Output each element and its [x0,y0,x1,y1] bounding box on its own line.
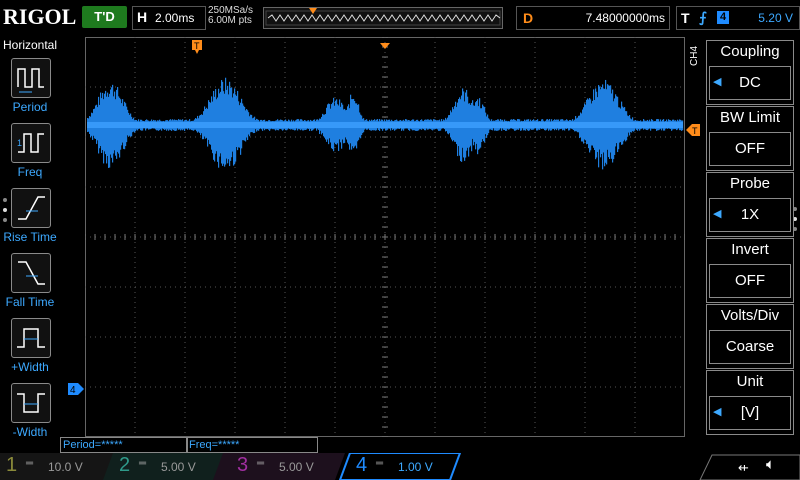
volts-div-softkey[interactable]: Volts/Div Coarse [706,304,794,369]
memory-overview-strip[interactable] [263,7,503,29]
unit-value: [V] [740,404,760,421]
channel3-scale: 5.00 V [279,460,314,474]
trigger-level-marker[interactable]: T [686,123,700,141]
timebase-value: 2.00ms [155,11,195,25]
coupling-softkey[interactable]: Coupling ◀ DC [706,40,794,105]
probe-title: Probe [729,175,771,192]
brand-logo: RIGOL [3,4,77,29]
unit-title: Unit [736,373,764,390]
volts-div-title: Volts/Div [720,307,780,324]
sample-rate-info: 250MSa/s 6.00M pts [208,6,253,26]
coupling-title: Coupling [720,43,780,60]
trigger-level: 5.20 V [758,11,793,25]
measure-neg-width-label: -Width [12,425,48,439]
delay-box[interactable]: D 7.48000000ms [516,6,670,30]
neg-width-icon [11,383,51,423]
volts-div-value: Coarse [725,338,775,355]
svg-text:T: T [194,41,200,51]
dc-coupling-icon: ═ [139,458,147,469]
probe-softkey[interactable]: Probe ◀ 1X [706,172,794,237]
measure-period-label: Period [12,100,48,114]
measure-freq[interactable]: 1 Freq [0,123,60,185]
invert-softkey[interactable]: Invert OFF [706,238,794,303]
trigger-label: T [681,10,690,26]
horizontal-label: H [137,9,148,25]
bw-limit-title: BW Limit [720,109,780,126]
channel2-number: 2 [119,454,131,476]
rise-time-icon [11,188,51,228]
bw-limit-value: OFF [735,140,765,157]
dc-coupling-icon: ═ [376,458,384,469]
panel-scroll-dots-left [2,196,8,231]
channel2-tab[interactable]: 2 ═ 5.00 V [119,454,219,478]
rising-edge-icon: ⨍ [699,9,707,25]
dc-coupling-icon: ═ [26,458,34,469]
channel2-scale: 5.00 V [161,460,196,474]
fall-time-icon [11,253,51,293]
trigger-source-badge: 4 [717,11,729,24]
measure-rise-time-label: Rise Time [3,230,57,244]
horizontal-timebase-box[interactable]: H 2.00ms [132,6,206,30]
delay-value: 7.48000000ms [585,11,665,25]
coupling-value: DC [739,74,761,91]
pos-width-icon [11,318,51,358]
channel4-offset-marker[interactable]: 4 [68,382,84,400]
measure-fall-time-label: Fall Time [5,295,55,309]
channel1-scale: 10.0 V [48,460,83,474]
memory-waveform-preview [265,8,501,26]
channel4-tab[interactable]: 4 ═ 1.00 V [356,454,456,478]
trigger-time-marker[interactable]: T [192,40,202,59]
waveform-display[interactable] [84,36,686,438]
usb-icon: ⇷ [738,460,749,475]
channel1-tab[interactable]: 1 ═ 10.0 V [6,454,116,478]
channel4-scale: 1.00 V [398,460,433,474]
measure-freq-label: Freq [17,165,43,179]
delay-label: D [523,10,534,26]
channel1-number: 1 [6,454,18,476]
invert-title: Invert [731,241,769,258]
svg-text:1: 1 [17,138,22,148]
channel3-number: 3 [237,454,249,476]
freq-icon: 1 [11,123,51,163]
invert-value: OFF [735,272,765,289]
channel4-number: 4 [356,454,368,476]
measure-neg-width[interactable]: -Width [0,383,60,445]
trigger-box[interactable]: T ⨍ 4 5.20 V [676,6,800,30]
channel4-marker-label: 4 [70,385,76,395]
measurement-period[interactable]: Period=***** [60,437,188,453]
center-time-marker [380,38,390,56]
unit-softkey[interactable]: Unit ◀ [V] [706,370,794,435]
measure-pos-width[interactable]: +Width [0,318,60,380]
measure-rise-time[interactable]: Rise Time [0,188,60,250]
probe-value: 1X [740,206,760,223]
svg-text:T: T [692,126,698,136]
run-status-badge[interactable]: T'D [82,6,127,28]
memory-depth: 6.00M pts [208,15,252,26]
channel3-tab[interactable]: 3 ═ 5.00 V [237,454,337,478]
measure-pos-width-label: +Width [11,360,49,374]
waveform-grid [84,36,686,438]
bw-limit-softkey[interactable]: BW Limit OFF [706,106,794,171]
dc-coupling-icon: ═ [257,458,265,469]
measure-period[interactable]: Period [0,58,60,120]
menu-channel-tag: CH4 [689,45,700,66]
measure-fall-time[interactable]: Fall Time [0,253,60,315]
speaker-mute-icon[interactable]: 🔈︎ [766,456,775,473]
measurement-freq[interactable]: Freq=***** [186,437,318,453]
period-icon [11,58,51,98]
left-panel-title: Horizontal [2,38,58,52]
